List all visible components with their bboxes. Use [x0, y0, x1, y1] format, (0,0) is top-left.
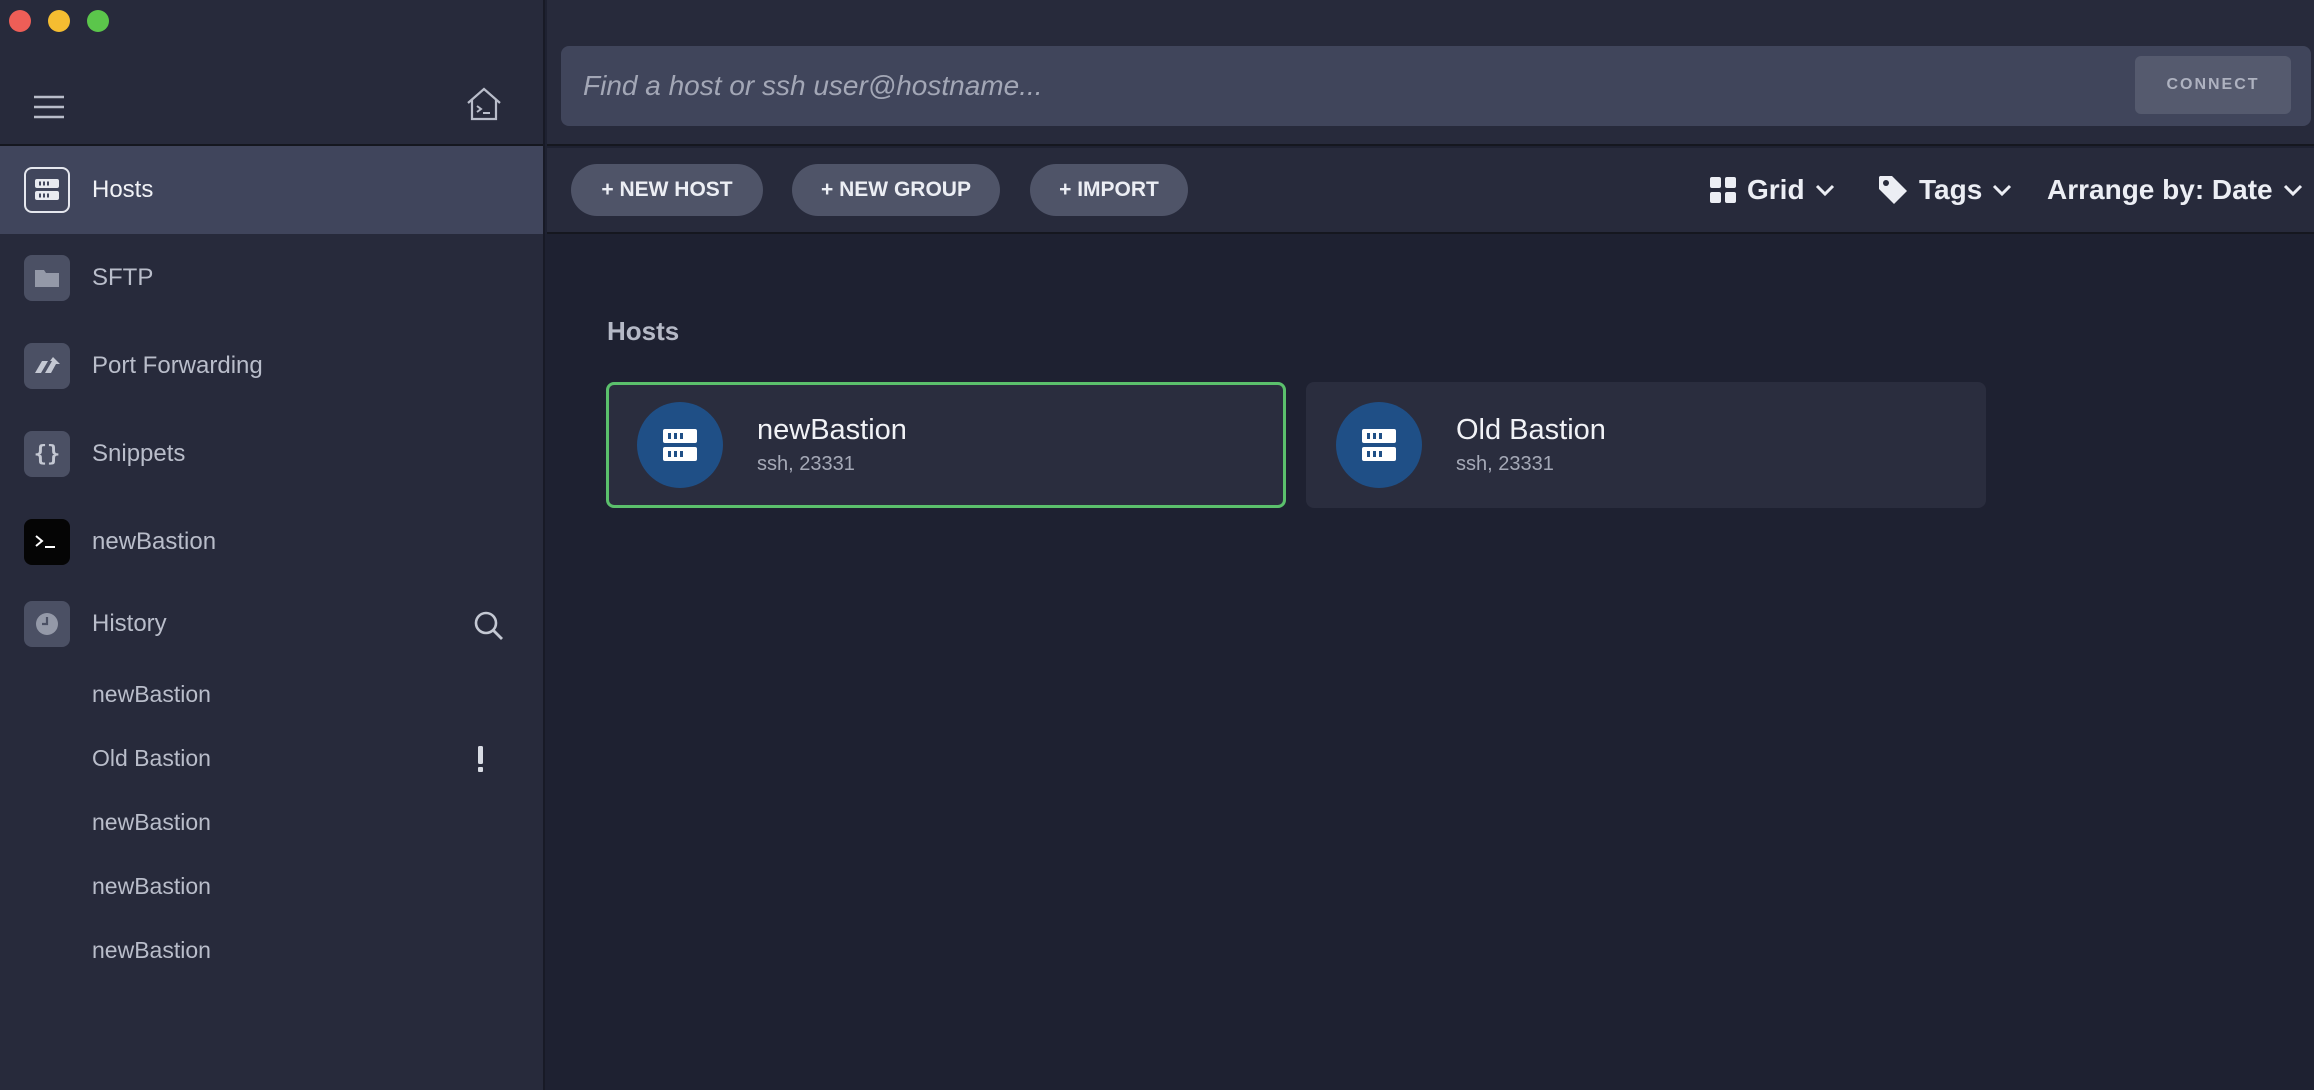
server-icon	[637, 402, 723, 488]
search-icon[interactable]	[473, 610, 505, 642]
port-forward-icon	[24, 343, 70, 389]
tags-label: Tags	[1919, 174, 1983, 205]
sidebar-item-terminal-session[interactable]: newBastion	[0, 498, 543, 586]
terminal-icon	[24, 519, 70, 565]
hamburger-icon[interactable]	[32, 94, 66, 120]
history-item-label: newBastion	[92, 808, 211, 835]
minimize-window-button[interactable]	[48, 10, 70, 32]
host-details: ssh, 23331	[757, 453, 855, 475]
connect-button[interactable]: CONNECT	[2135, 56, 2291, 114]
warning-icon	[478, 746, 483, 772]
history-item[interactable]: Old Bastion	[0, 726, 543, 790]
host-name: newBastion	[757, 414, 907, 446]
server-icon	[24, 167, 70, 213]
tags-dropdown[interactable]: Tags	[1877, 168, 2012, 212]
window-controls	[9, 10, 109, 32]
toolbar: + NEW HOST + NEW GROUP + IMPORT Grid Tag…	[547, 148, 2314, 234]
sidebar-item-label: Snippets	[92, 440, 186, 467]
svg-text:{}: {}	[34, 442, 61, 467]
host-card[interactable]: newBastion ssh, 23331	[606, 382, 1286, 508]
history-item-label: newBastion	[92, 872, 211, 899]
host-details: ssh, 23331	[1456, 453, 1554, 475]
history-item-label: newBastion	[92, 936, 211, 963]
sidebar: Hosts SFTP Port Forwarding {} Snippets n…	[0, 0, 545, 1090]
history-header[interactable]: History	[0, 586, 543, 662]
maximize-window-button[interactable]	[87, 10, 109, 32]
grid-icon	[1710, 177, 1736, 203]
chevron-down-icon	[1993, 184, 2012, 197]
sidebar-item-port-forwarding[interactable]: Port Forwarding	[0, 322, 543, 410]
tag-icon	[1879, 176, 1907, 204]
sidebar-item-label: SFTP	[92, 264, 154, 291]
history-item[interactable]: newBastion	[0, 918, 543, 982]
host-search-input[interactable]	[561, 46, 2061, 126]
main-panel: CONNECT + NEW HOST + NEW GROUP + IMPORT …	[547, 0, 2314, 1090]
close-window-button[interactable]	[9, 10, 31, 32]
new-group-button[interactable]: + NEW GROUP	[792, 164, 1000, 216]
sidebar-item-snippets[interactable]: {} Snippets	[0, 410, 543, 498]
search-bar: CONNECT	[561, 46, 2311, 126]
top-bar: CONNECT	[547, 0, 2314, 146]
history-list: newBastion Old Bastion newBastion newBas…	[0, 662, 543, 982]
braces-icon: {}	[24, 431, 70, 477]
history-label: History	[92, 610, 167, 637]
chevron-down-icon	[1815, 184, 1834, 197]
folder-icon	[24, 255, 70, 301]
sidebar-item-label: Port Forwarding	[92, 352, 263, 379]
sidebar-item-sftp[interactable]: SFTP	[0, 234, 543, 322]
arrange-by-dropdown[interactable]: Arrange by: Date	[2047, 168, 2303, 212]
history-item[interactable]: newBastion	[0, 790, 543, 854]
sidebar-item-hosts[interactable]: Hosts	[0, 146, 543, 234]
history-item[interactable]: newBastion	[0, 662, 543, 726]
home-terminal-icon[interactable]	[465, 86, 503, 122]
history-item[interactable]: newBastion	[0, 854, 543, 918]
section-title: Hosts	[607, 316, 680, 346]
chevron-down-icon	[2283, 184, 2302, 197]
sidebar-item-label: newBastion	[92, 528, 217, 555]
server-icon	[1336, 402, 1422, 488]
import-button[interactable]: + IMPORT	[1030, 164, 1188, 216]
arrange-by-label: Arrange by: Date	[2047, 174, 2273, 205]
sidebar-item-label: Hosts	[92, 176, 154, 203]
sidebar-header	[0, 0, 543, 146]
host-info: Old Bastion ssh, 23331	[1456, 414, 1606, 476]
sidebar-nav: Hosts SFTP Port Forwarding {} Snippets n…	[0, 146, 543, 982]
host-info: newBastion ssh, 23331	[757, 414, 907, 476]
history-item-label: Old Bastion	[92, 744, 211, 771]
history-item-label: newBastion	[92, 680, 211, 707]
view-mode-label: Grid	[1747, 174, 1805, 205]
clock-icon	[24, 601, 70, 647]
view-mode-dropdown[interactable]: Grid	[1709, 168, 1835, 212]
host-card[interactable]: Old Bastion ssh, 23331	[1306, 382, 1986, 508]
new-host-button[interactable]: + NEW HOST	[571, 164, 763, 216]
host-name: Old Bastion	[1456, 414, 1606, 446]
